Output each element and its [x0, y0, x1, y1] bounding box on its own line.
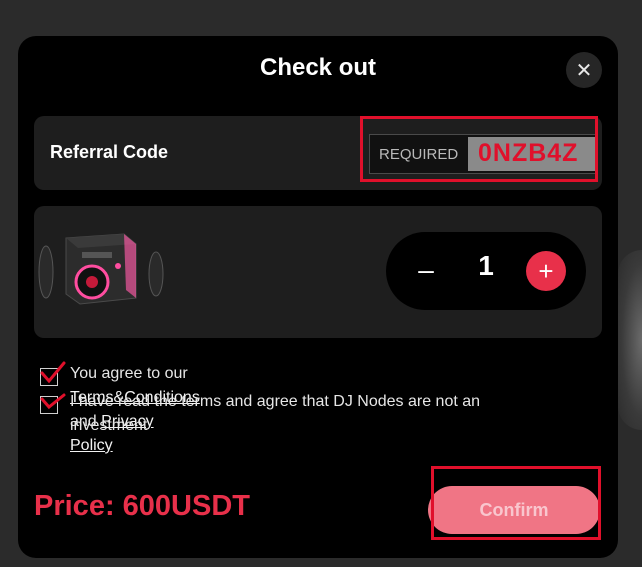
- price-label: Price: 600USDT: [34, 490, 250, 522]
- modal-title: Check out: [259, 54, 376, 81]
- investment-agreement-text: I have read the terms and agree that DJ …: [70, 393, 481, 434]
- check-mark-icon: [40, 393, 66, 410]
- close-icon: ✕: [575, 59, 593, 82]
- plus-icon: +: [538, 255, 554, 286]
- referral-code-panel: Referral Code REQUIRED 0NZB4Z: [34, 116, 602, 190]
- checkout-modal: Check out ✕ Referral Code REQUIRED 0NZB4…: [18, 36, 618, 558]
- check-mark-icon: [40, 361, 66, 384]
- close-button[interactable]: ✕: [566, 52, 602, 88]
- quantity-value: 1: [478, 250, 494, 281]
- referral-code-label: Referral Code: [50, 142, 169, 162]
- terms-prefix-text: You agree to our: [70, 365, 188, 382]
- decrease-quantity-button[interactable]: –: [408, 252, 444, 288]
- product-panel: – 1 +: [34, 206, 602, 338]
- confirm-annotation-box: [431, 466, 601, 540]
- terms-checkbox[interactable]: [40, 361, 66, 386]
- dj-node-device-image: [38, 233, 164, 305]
- referral-code-annotation-box: [360, 116, 598, 182]
- background-edge: [618, 250, 642, 430]
- investment-checkbox[interactable]: [40, 393, 66, 414]
- increase-quantity-button[interactable]: +: [526, 251, 566, 291]
- quantity-stepper: – 1 +: [386, 232, 586, 310]
- minus-icon: –: [418, 254, 434, 285]
